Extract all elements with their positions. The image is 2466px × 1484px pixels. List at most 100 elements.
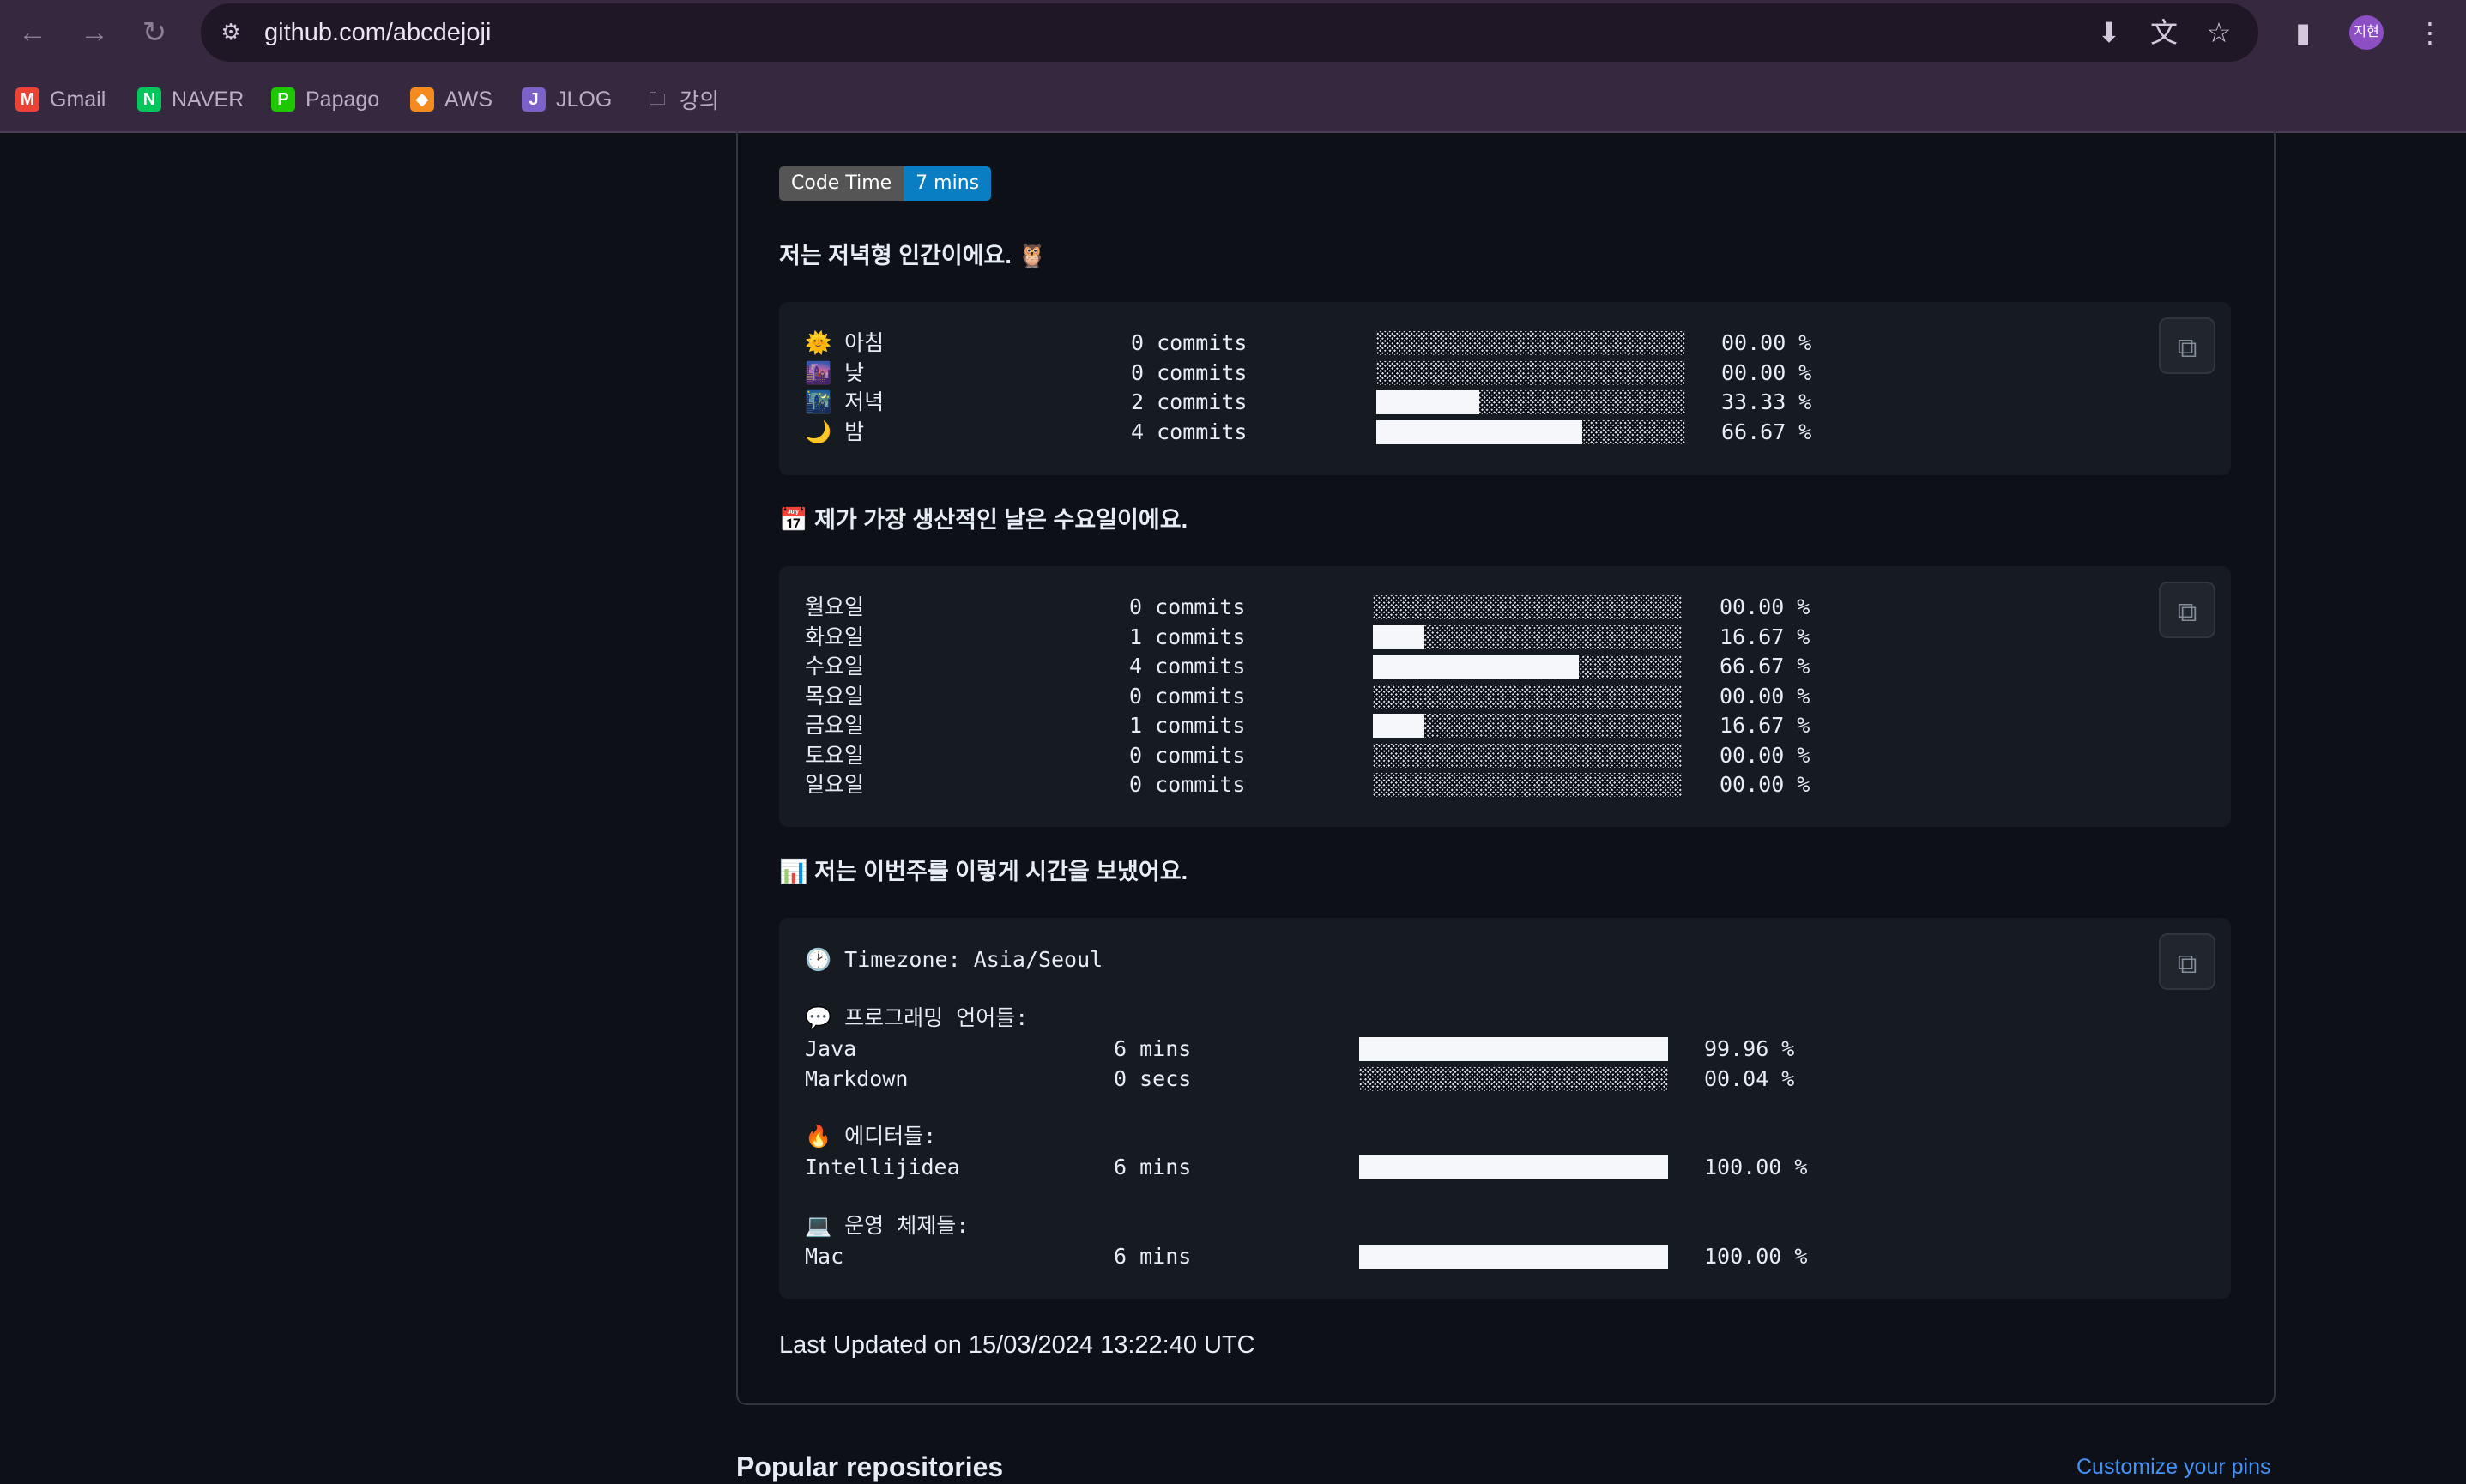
bookmark-label: Gmail [50, 87, 106, 112]
stat-value: 0 commits [1129, 772, 1246, 797]
bookmark-label: JLOG [556, 87, 613, 112]
progress-bar [1376, 360, 1685, 385]
bookmark-aws[interactable]: ◆ AWS [410, 82, 493, 117]
stat-value: 1 commits [1129, 713, 1246, 738]
menu-kebab-icon[interactable]: ⋮ [2413, 15, 2447, 50]
url-text[interactable]: github.com/abcdejoji [264, 17, 491, 48]
progress-fill [1373, 714, 1424, 738]
stat-percent: 00.00 % [1720, 772, 1810, 797]
stat-value: 0 commits [1129, 594, 1246, 619]
weekly-time-codeblock [779, 918, 2231, 1299]
stat-label: 🌆 낮 [805, 359, 865, 385]
stat-percent: 100.00 % [1704, 1155, 1808, 1179]
translate-icon[interactable]: 文 [2147, 15, 2181, 50]
timezone-line: 🕑 Timezone: Asia/Seoul [805, 947, 1103, 972]
stat-label: 목요일 [805, 683, 865, 709]
stat-percent: 16.67 % [1720, 624, 1810, 649]
stat-value: 0 secs [1114, 1065, 1192, 1091]
stat-percent: 00.00 % [1720, 742, 1810, 768]
bookmark-papago[interactable]: P Papago [271, 82, 379, 117]
stat-label: 🌃 저녁 [805, 389, 885, 414]
bookmark-naver[interactable]: N NAVER [137, 82, 244, 117]
reload-icon[interactable]: ↻ [137, 15, 172, 50]
aws-icon: ◆ [410, 87, 434, 112]
side-panel-icon[interactable]: ▮ [2286, 15, 2320, 50]
progress-bar [1359, 1066, 1668, 1091]
popular-repositories-heading: Popular repositories [736, 1451, 1004, 1482]
forward-arrow-icon[interactable]: → [77, 15, 112, 50]
copy-icon[interactable]: ⧉ [2159, 933, 2215, 990]
customize-pins-link[interactable]: Customize your pins [2076, 1451, 2270, 1482]
progress-bar [1373, 624, 1682, 649]
stat-value: 0 commits [1131, 359, 1248, 385]
stat-label: 수요일 [805, 654, 865, 679]
copy-icon[interactable]: ⧉ [2159, 317, 2215, 374]
badge-label: Code Time [779, 166, 904, 201]
stat-percent: 00.00 % [1720, 683, 1810, 709]
stat-percent: 100.00 % [1704, 1244, 1808, 1269]
bookmark-label: NAVER [172, 87, 245, 112]
progress-bar [1376, 390, 1685, 414]
progress-fill [1376, 419, 1582, 444]
stat-label: Markdown [805, 1065, 909, 1091]
stat-label: Java [805, 1036, 857, 1061]
papago-icon: P [271, 87, 295, 112]
browser-toolbar: ← → ↻ ⚙ github.com/abcdejoji ⬇ 文 ☆ ▮ 지현 … [0, 0, 2466, 65]
progress-fill [1359, 1245, 1668, 1269]
stat-value: 6 mins [1114, 1036, 1192, 1061]
stat-percent: 00.00 % [1720, 594, 1810, 619]
progress-fill [1373, 655, 1579, 679]
stat-percent: 00.00 % [1721, 330, 1812, 355]
bookmark-label: 강의 [680, 89, 720, 113]
progress-fill [1359, 1037, 1668, 1061]
back-arrow-icon[interactable]: ← [15, 15, 50, 50]
os-title: 💻 운영 체제들: [805, 1213, 970, 1238]
stat-label: 🌞 아침 [805, 330, 885, 355]
stat-value: 6 mins [1114, 1155, 1192, 1179]
stat-label: Intellijidea [805, 1155, 960, 1179]
naver-icon: N [137, 87, 161, 112]
last-updated-text: Last Updated on 15/03/2024 13:22:40 UTC [779, 1331, 1255, 1359]
bookmark-folder-lectures[interactable]: 🗀 강의 [645, 82, 719, 117]
progress-bar [1373, 655, 1682, 679]
install-app-icon[interactable]: ⬇ [2092, 15, 2126, 50]
copy-icon[interactable]: ⧉ [2159, 582, 2215, 638]
stat-percent: 00.04 % [1704, 1065, 1795, 1091]
progress-bar [1376, 331, 1685, 355]
stat-label: 월요일 [805, 594, 865, 619]
stat-value: 0 commits [1129, 683, 1246, 709]
progress-fill [1376, 390, 1479, 414]
stat-label: Mac [805, 1244, 844, 1269]
site-settings-icon[interactable]: ⚙ [216, 17, 245, 46]
bookmark-star-icon[interactable]: ☆ [2202, 15, 2236, 50]
stat-value: 6 mins [1114, 1244, 1192, 1269]
bookmark-jlog[interactable]: J JLOG [522, 82, 612, 117]
stat-percent: 16.67 % [1720, 713, 1810, 738]
stat-label: 일요일 [805, 772, 865, 797]
stat-value: 4 commits [1129, 654, 1246, 679]
bookmark-label: AWS [444, 87, 493, 112]
gmail-icon: M [15, 87, 39, 112]
weekday-heading: 📅 제가 가장 생산적인 날은 수요일이에요. [779, 507, 1188, 533]
progress-fill [1359, 1155, 1668, 1179]
weekly-time-heading: 📊 저는 이번주를 이렇게 시간을 보냈어요. [779, 859, 1188, 884]
time-of-day-codeblock [779, 302, 2231, 475]
progress-bar [1373, 714, 1682, 738]
stat-label: 화요일 [805, 624, 865, 649]
progress-bar [1359, 1245, 1668, 1269]
progress-bar [1373, 773, 1682, 797]
stat-value: 1 commits [1129, 624, 1246, 649]
bookmark-label: Papago [305, 87, 380, 112]
stat-value: 0 commits [1129, 742, 1246, 768]
bookmark-gmail[interactable]: M Gmail [15, 82, 106, 117]
folder-icon: 🗀 [649, 90, 666, 109]
stat-percent: 33.33 % [1721, 389, 1812, 414]
stat-label: 금요일 [805, 713, 865, 738]
progress-bar [1373, 595, 1682, 619]
progress-bar [1359, 1155, 1668, 1179]
stat-value: 2 commits [1131, 389, 1248, 414]
code-time-badge: Code Time 7 mins [779, 166, 992, 201]
profile-avatar[interactable]: 지현 [2349, 15, 2384, 50]
badge-value: 7 mins [904, 166, 992, 201]
address-bar[interactable] [201, 3, 2258, 62]
